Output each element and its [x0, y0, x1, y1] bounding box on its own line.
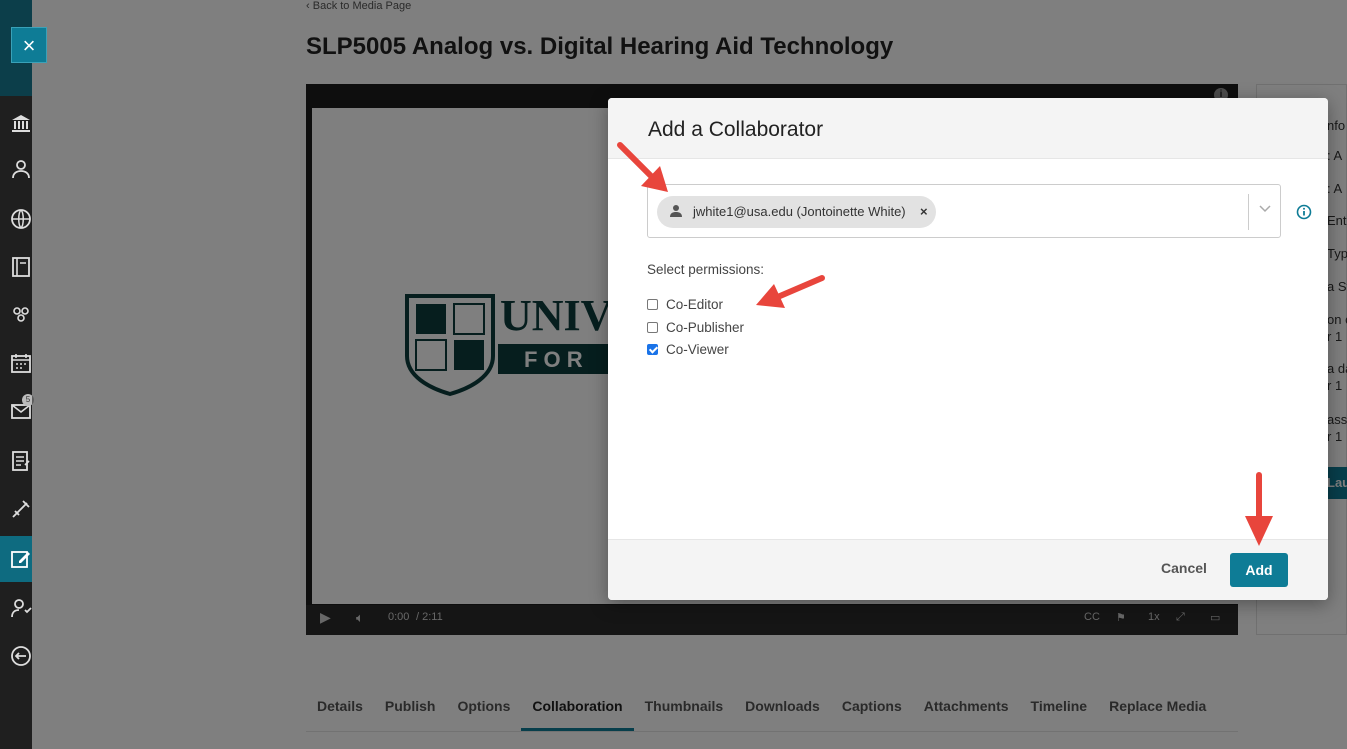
arrow-to-user-field	[617, 142, 668, 192]
annotation-arrows	[617, 142, 1273, 546]
arrow-to-permissions	[756, 275, 825, 308]
arrow-to-add-button	[1245, 472, 1273, 546]
